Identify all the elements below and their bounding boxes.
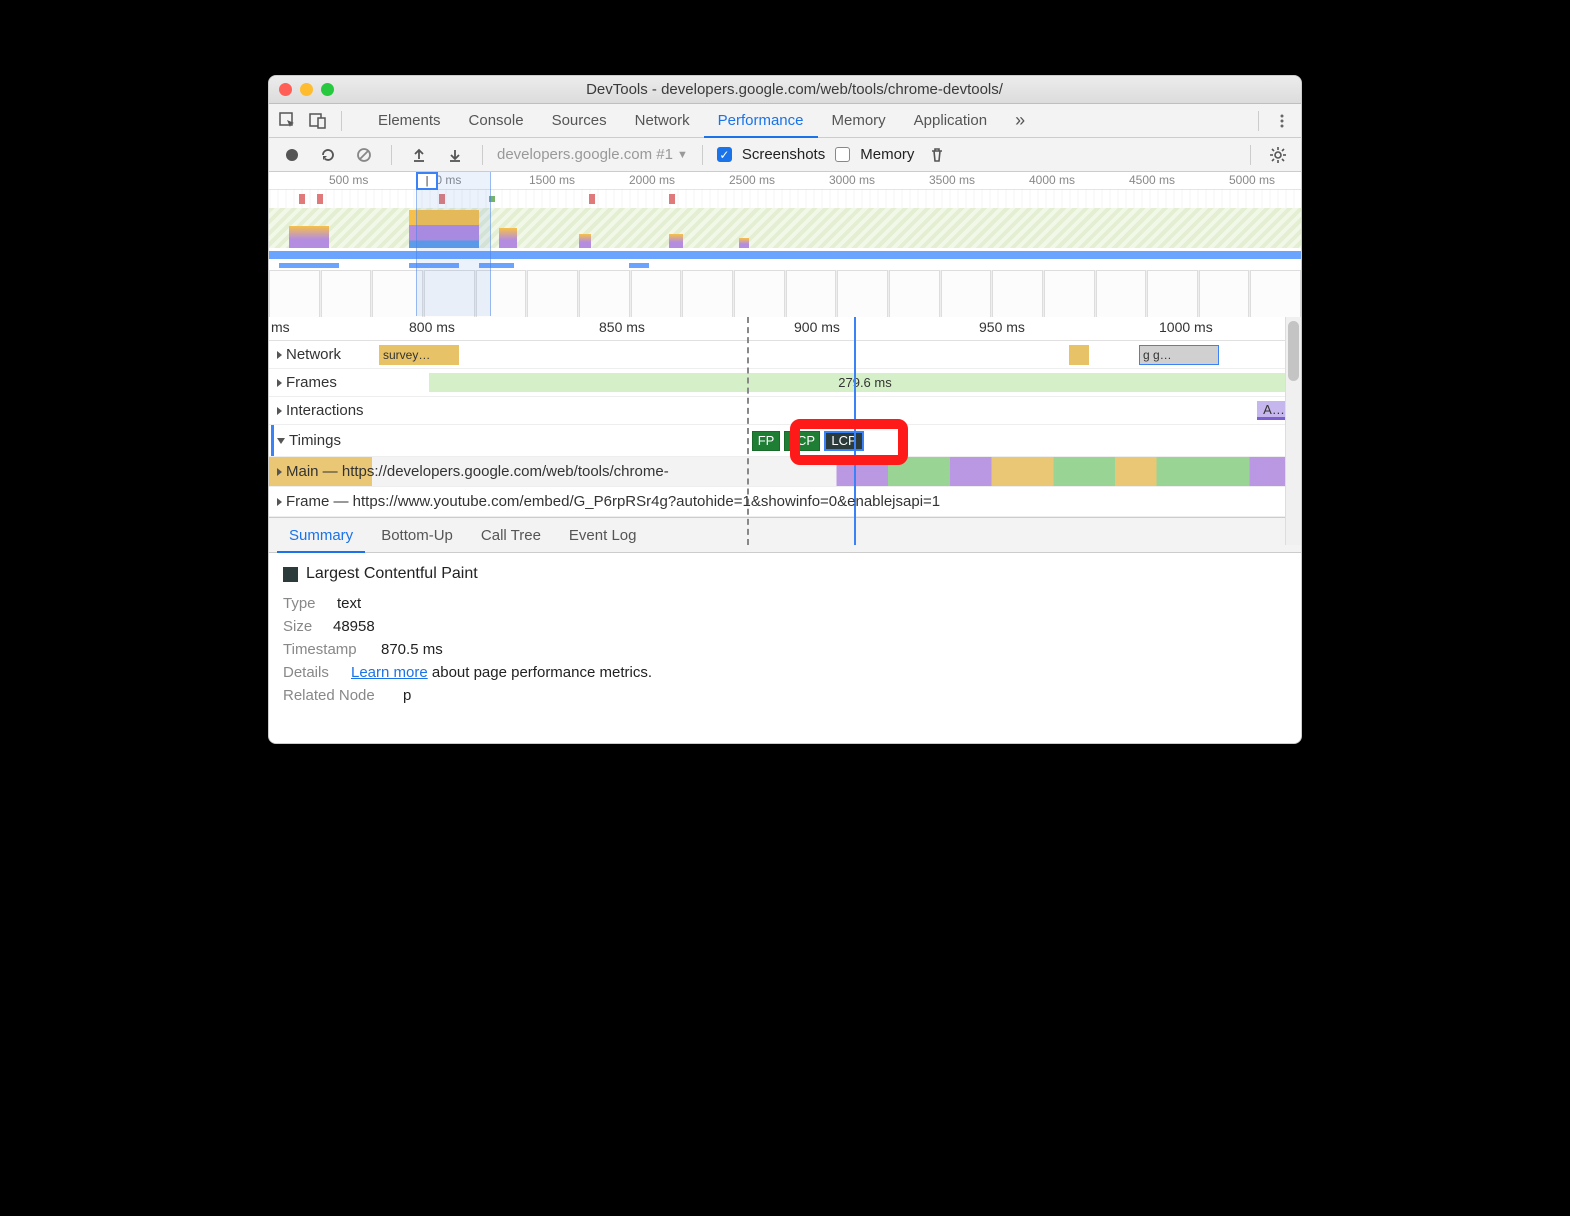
track-network[interactable]: Network survey… g g… — [269, 341, 1301, 369]
tab-bottom-up[interactable]: Bottom-Up — [369, 517, 465, 553]
memory-label: Memory — [860, 146, 914, 163]
memory-checkbox[interactable] — [835, 147, 850, 162]
device-toggle-icon[interactable] — [305, 108, 331, 134]
track-timings-label: Timings — [289, 432, 341, 449]
tab-console[interactable]: Console — [455, 104, 538, 138]
expand-icon[interactable] — [277, 498, 282, 506]
summary-related-key: Related Node — [283, 687, 393, 704]
summary-details-text: about page performance metrics. — [428, 664, 652, 681]
summary-pane: Largest Contentful Paint Type text Size 48… — [269, 553, 1301, 743]
frame-duration-bar[interactable]: 279.6 ms — [429, 373, 1301, 392]
devtools-window: DevTools - developers.google.com/web/too… — [268, 75, 1302, 744]
tab-call-tree[interactable]: Call Tree — [469, 517, 553, 553]
track-interactions-label: Interactions — [286, 402, 364, 419]
frame-duration-value: 279.6 ms — [838, 375, 891, 390]
flame-chart-area: ms 800 ms 850 ms 900 ms 950 ms 1000 ms N… — [269, 317, 1301, 517]
recording-select-label: developers.google.com #1 — [497, 146, 673, 163]
tab-event-log[interactable]: Event Log — [557, 517, 649, 553]
tab-application[interactable]: Application — [900, 104, 1001, 138]
track-selected-indicator — [271, 425, 274, 456]
window-titlebar: DevTools - developers.google.com/web/too… — [269, 76, 1301, 104]
track-frames[interactable]: Frames 279.6 ms — [269, 369, 1301, 397]
clear-button[interactable] — [351, 142, 377, 168]
summary-type-key: Type — [283, 595, 327, 612]
tab-performance[interactable]: Performance — [704, 104, 818, 138]
summary-size-key: Size — [283, 618, 323, 635]
dropdown-triangle-icon: ▼ — [677, 149, 688, 161]
recording-select[interactable]: developers.google.com #1 ▼ — [497, 146, 688, 163]
tab-network[interactable]: Network — [621, 104, 704, 138]
network-item-small[interactable] — [1069, 345, 1089, 365]
performance-toolbar: developers.google.com #1 ▼ ✓ Screenshots… — [269, 138, 1301, 172]
detail-ruler: ms 800 ms 850 ms 900 ms 950 ms 1000 ms — [269, 317, 1301, 341]
timing-fp-marker[interactable]: FP — [752, 431, 780, 451]
detail-scrollbar[interactable] — [1285, 317, 1301, 545]
network-item-gg[interactable]: g g… — [1139, 345, 1219, 365]
track-frames-label: Frames — [286, 374, 337, 391]
track-timings[interactable]: Timings FP FCP LCP — [269, 425, 1301, 457]
expand-icon[interactable] — [277, 379, 282, 387]
overview-selection[interactable] — [416, 172, 491, 316]
overview-selection-handle-left[interactable]: | — [416, 172, 438, 190]
track-frame-label: Frame — https://www.youtube.com/embed/G_… — [286, 493, 940, 510]
track-main-label: Main — https://developers.google.com/web… — [286, 463, 669, 480]
summary-timestamp-value: 870.5 ms — [381, 641, 443, 658]
panel-tabs: Elements Console Sources Network Perform… — [364, 104, 1248, 138]
inspect-element-icon[interactable] — [275, 108, 301, 134]
screenshots-checkbox[interactable]: ✓ — [717, 147, 732, 162]
network-item[interactable]: survey… — [379, 345, 459, 365]
summary-size-value: 48958 — [333, 618, 375, 635]
summary-type-value: text — [337, 595, 361, 612]
expand-icon[interactable] — [277, 468, 282, 476]
details-tabs: Summary Bottom-Up Call Tree Event Log — [269, 517, 1301, 553]
expand-icon[interactable] — [277, 351, 282, 359]
tab-summary[interactable]: Summary — [277, 517, 365, 553]
summary-color-swatch — [283, 567, 298, 582]
track-network-label: Network — [286, 346, 341, 363]
summary-details-key: Details — [283, 664, 341, 681]
learn-more-link[interactable]: Learn more — [351, 664, 428, 681]
screenshots-label: Screenshots — [742, 146, 825, 163]
tab-sources[interactable]: Sources — [538, 104, 621, 138]
track-frame-youtube[interactable]: Frame — https://www.youtube.com/embed/G_… — [269, 487, 1301, 517]
window-title: DevTools - developers.google.com/web/too… — [298, 81, 1291, 98]
hover-time-indicator — [747, 317, 749, 545]
collapse-icon[interactable] — [277, 438, 285, 444]
track-main[interactable]: Main — https://developers.google.com/web… — [269, 457, 1301, 487]
window-close-button[interactable] — [279, 83, 292, 96]
garbage-collect-icon[interactable] — [924, 142, 950, 168]
upload-profile-button[interactable] — [406, 142, 432, 168]
summary-related-value: p — [403, 687, 411, 704]
capture-settings-icon[interactable] — [1265, 142, 1291, 168]
summary-timestamp-key: Timestamp — [283, 641, 371, 658]
kebab-menu-icon[interactable] — [1269, 108, 1295, 134]
track-interactions[interactable]: Interactions A… — [269, 397, 1301, 425]
tab-memory[interactable]: Memory — [818, 104, 900, 138]
tab-elements[interactable]: Elements — [364, 104, 455, 138]
expand-icon[interactable] — [277, 407, 282, 415]
tabs-overflow-icon[interactable]: » — [1001, 104, 1039, 138]
timeline-overview[interactable]: 500 ms 000 ms 1500 ms 2000 ms 2500 ms 30… — [269, 172, 1301, 317]
reload-record-button[interactable] — [315, 142, 341, 168]
summary-title: Largest Contentful Paint — [306, 565, 478, 583]
main-tabs-row: Elements Console Sources Network Perform… — [269, 104, 1301, 138]
annotation-highlight-box — [790, 419, 908, 465]
record-button[interactable] — [279, 142, 305, 168]
download-profile-button[interactable] — [442, 142, 468, 168]
summary-title-row: Largest Contentful Paint — [283, 565, 1287, 583]
